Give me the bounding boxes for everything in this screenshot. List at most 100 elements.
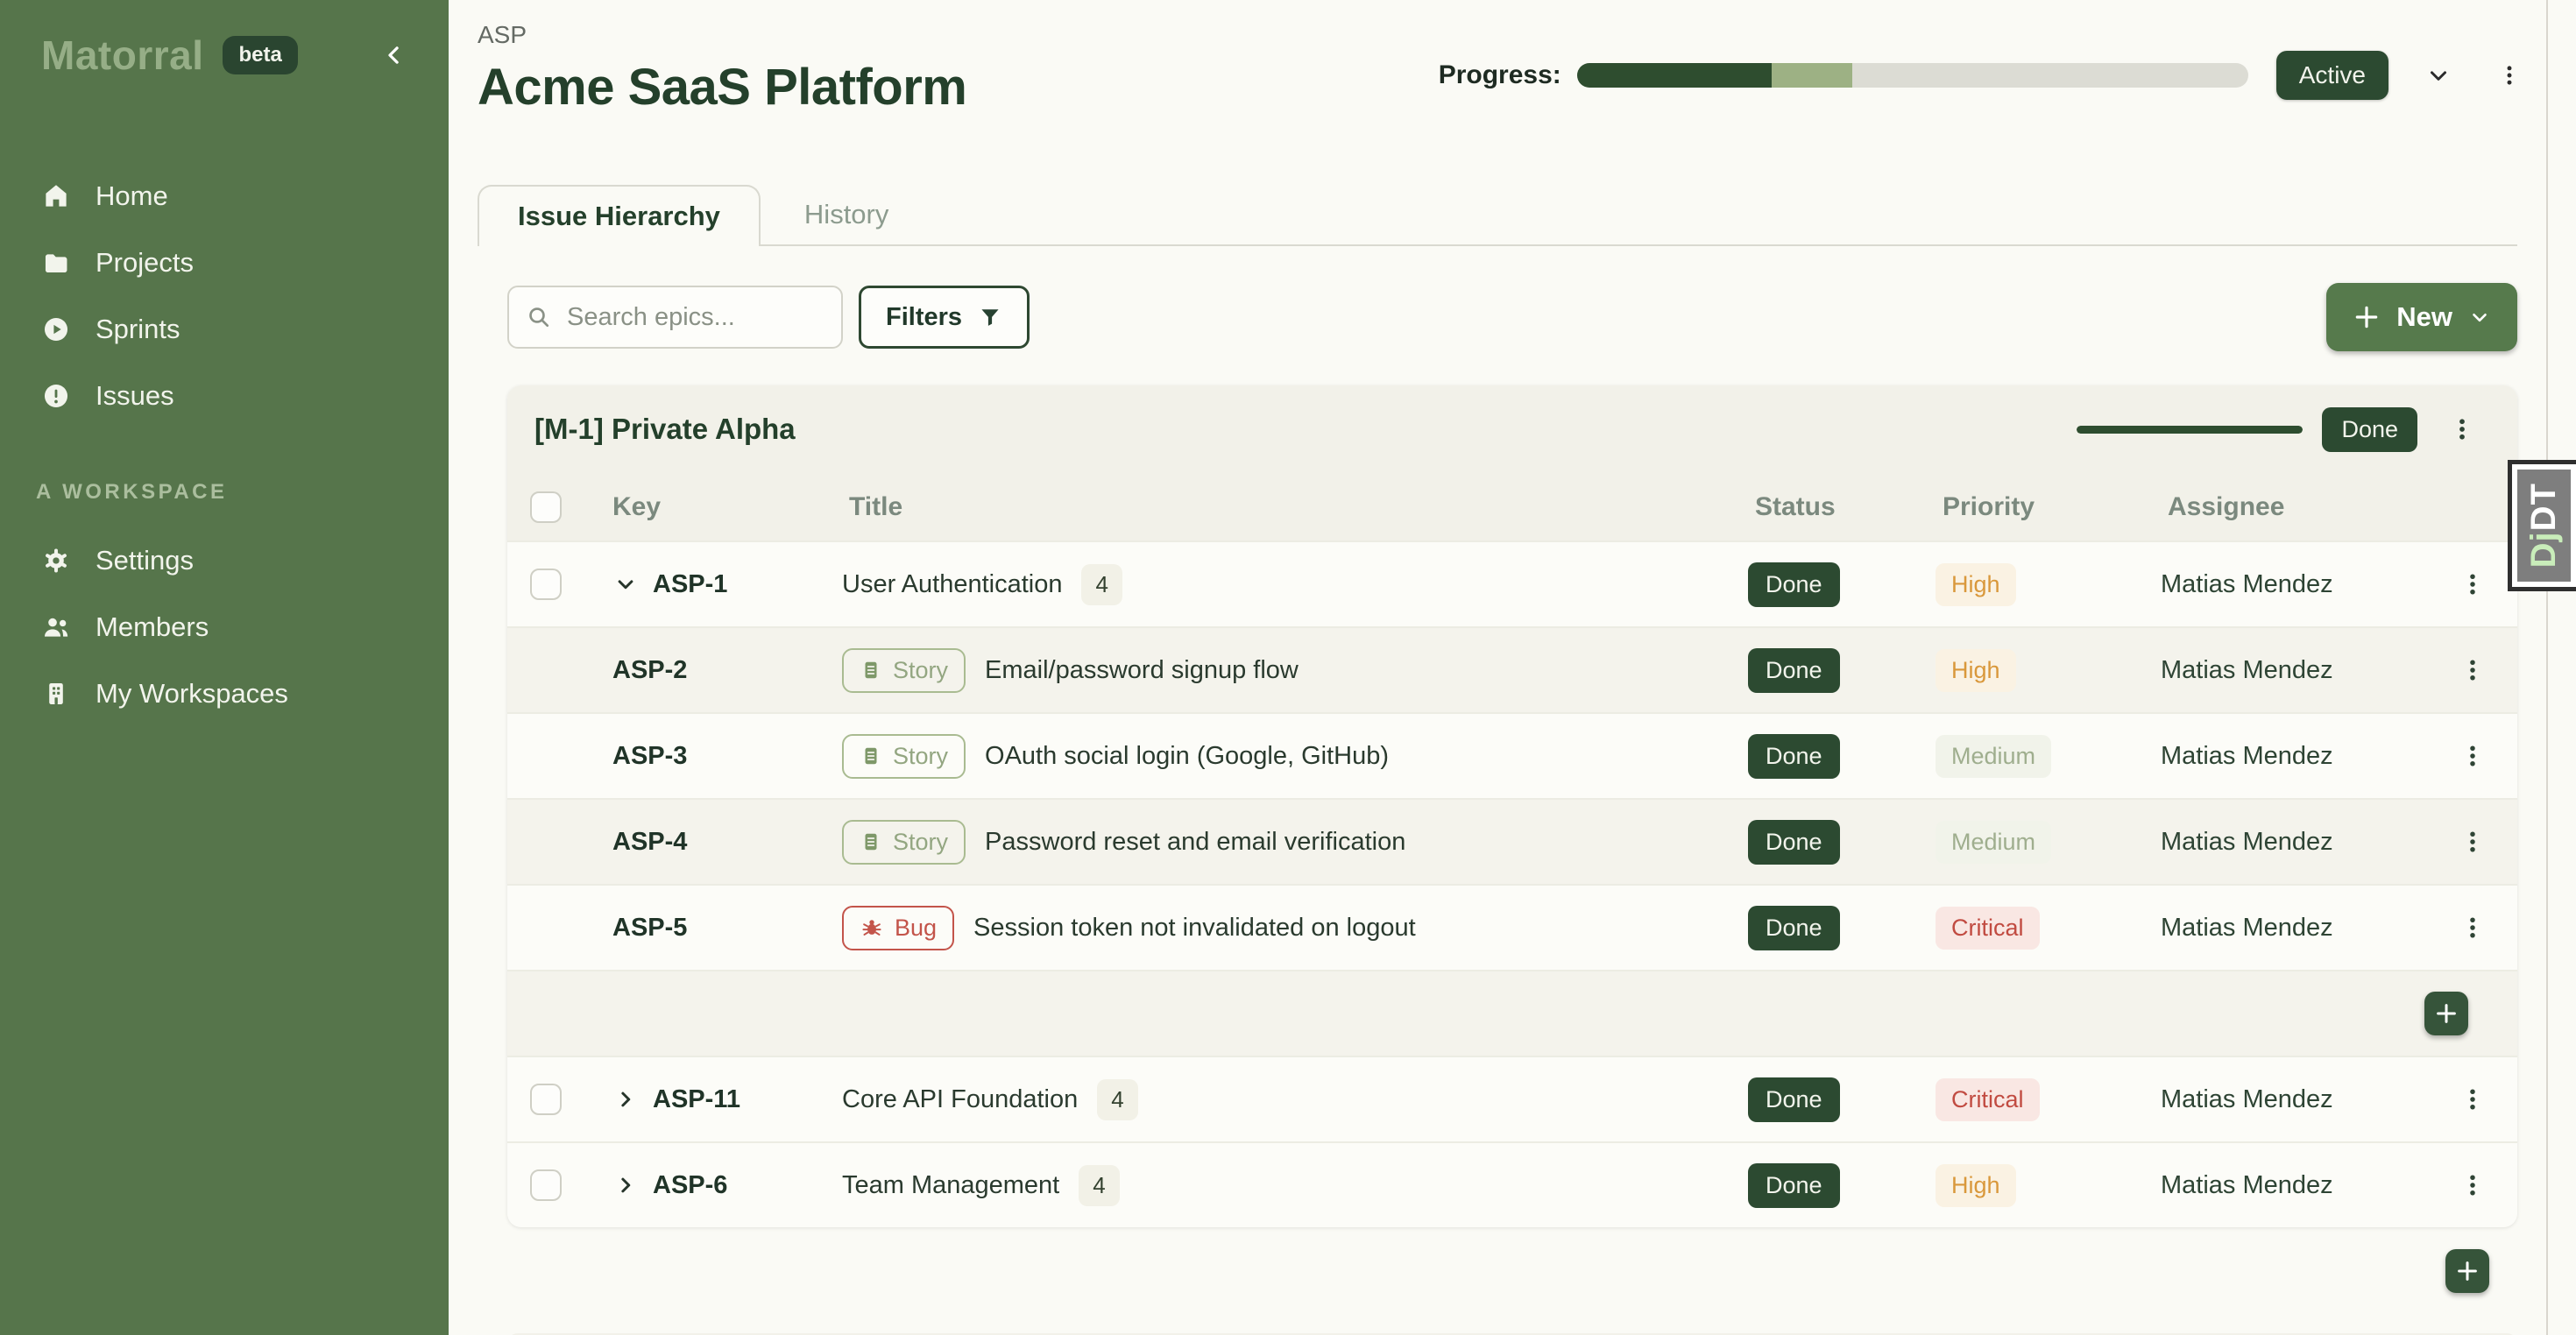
sidebar-item-label: Members	[96, 611, 209, 643]
issue-title: Team Management	[842, 1171, 1059, 1200]
play-circle-icon	[41, 314, 71, 344]
tabstrip: Issue Hierarchy History	[478, 185, 2517, 246]
new-button[interactable]: New	[2326, 283, 2517, 351]
priority-badge: High	[1936, 563, 2016, 606]
gear-icon	[41, 546, 71, 576]
home-icon	[41, 181, 71, 211]
status-badge: Done	[1748, 734, 1840, 779]
assignee: Matias Mendez	[2161, 914, 2333, 942]
priority-badge: High	[1936, 1164, 2016, 1207]
story-icon	[860, 659, 882, 682]
assignee: Matias Mendez	[2161, 1171, 2333, 1199]
issue-table-body: ASP-1User Authentication4DoneHighMatias …	[507, 540, 2517, 1227]
folder-icon	[41, 248, 71, 278]
project-status-badge: Active	[2276, 51, 2388, 100]
sidebar-item-label: Home	[96, 180, 168, 212]
expand-toggle-button[interactable]	[612, 1172, 639, 1198]
column-header-status: Status	[1748, 492, 1936, 522]
row-menu-button[interactable]	[2459, 915, 2486, 941]
tab-history[interactable]: History	[761, 185, 932, 244]
issue-title: Core API Foundation	[842, 1085, 1078, 1114]
sidebar-item-members[interactable]: Members	[0, 594, 449, 660]
priority-badge: High	[1936, 649, 2016, 692]
kebab-icon	[2459, 1172, 2486, 1198]
progress-done-segment	[1577, 63, 1772, 88]
expand-toggle-button[interactable]	[612, 1086, 639, 1112]
kebab-icon	[2449, 416, 2475, 442]
chevron-down-icon	[612, 571, 639, 597]
sidebar-item-label: Projects	[96, 247, 194, 279]
epic-issue-row[interactable]: ASP-11Core API Foundation4DoneCriticalMa…	[507, 1056, 2517, 1141]
issue-type-badge: Story	[842, 648, 966, 693]
child-issue-row[interactable]: ASP-2 Story Email/password signup flow Done…	[507, 626, 2517, 712]
expand-toggle-button[interactable]	[612, 571, 639, 597]
search-input[interactable]	[567, 303, 825, 332]
child-issue-row[interactable]: ASP-3StoryOAuth social login (Google, Gi…	[507, 712, 2517, 798]
users-icon	[41, 612, 71, 642]
row-checkbox[interactable]	[530, 1169, 562, 1201]
epic-title: [M-1] Private Alpha	[534, 413, 796, 446]
issue-type-badge: Story	[842, 734, 966, 779]
row-checkbox[interactable]	[530, 1084, 562, 1115]
row-checkbox[interactable]	[530, 569, 562, 600]
add-issue-button[interactable]	[2424, 992, 2468, 1035]
project-progress-bar	[1577, 63, 2248, 88]
assignee: Matias Mendez	[2161, 656, 2333, 684]
row-menu-button[interactable]	[2459, 657, 2486, 683]
priority-badge: Critical	[1936, 907, 2040, 950]
issue-key: ASP-2	[612, 656, 687, 685]
child-issue-row[interactable]: ASP-4StoryPassword reset and email verif…	[507, 798, 2517, 884]
project-menu-button[interactable]	[2497, 63, 2522, 88]
main-content: ASP Acme SaaS Platform Progress: Active …	[449, 0, 2576, 1335]
sidebar-item-issues[interactable]: Issues	[0, 363, 449, 429]
sidebar-item-my-workspaces[interactable]: My Workspaces	[0, 660, 449, 727]
assignee: Matias Mendez	[2161, 570, 2333, 598]
add-epic-button[interactable]	[2445, 1249, 2489, 1293]
row-menu-button[interactable]	[2459, 571, 2486, 597]
status-badge: Done	[1748, 1077, 1840, 1122]
plus-icon	[2454, 1258, 2480, 1284]
row-menu-button[interactable]	[2459, 1172, 2486, 1198]
sidebar-item-home[interactable]: Home	[0, 163, 449, 230]
child-issue-row[interactable]: ASP-5BugSession token not invalidated on…	[507, 884, 2517, 970]
alert-circle-icon	[41, 381, 71, 411]
epic-menu-button[interactable]	[2449, 416, 2475, 442]
new-button-label: New	[2396, 301, 2452, 333]
status-badge: Done	[1748, 1163, 1840, 1208]
status-badge: Done	[1748, 648, 1840, 693]
sidebar-item-projects[interactable]: Projects	[0, 230, 449, 296]
status-badge: Done	[1748, 820, 1840, 865]
filters-button[interactable]: Filters	[859, 286, 1030, 349]
search-box	[507, 286, 843, 349]
epic-issue-row[interactable]: ASP-6Team Management4DoneHighMatias Mend…	[507, 1141, 2517, 1227]
status-dropdown-button[interactable]	[2425, 62, 2452, 88]
sidebar-collapse-button[interactable]	[375, 36, 414, 74]
filters-label: Filters	[886, 303, 962, 332]
epic-issue-row[interactable]: ASP-1User Authentication4DoneHighMatias …	[507, 540, 2517, 626]
issue-type-label: Bug	[895, 915, 937, 942]
django-debug-toolbar-handle[interactable]: DjDT	[2508, 460, 2576, 591]
add-issue-row[interactable]	[507, 970, 2517, 1056]
row-menu-button[interactable]	[2459, 829, 2486, 855]
priority-badge: Medium	[1936, 821, 2051, 864]
kebab-icon	[2459, 743, 2486, 769]
progress-label: Progress:	[1439, 60, 1561, 90]
workspace-section-label: A WORKSPACE	[36, 480, 449, 505]
sidebar-item-sprints[interactable]: Sprints	[0, 296, 449, 363]
app-logo: Matorral	[41, 32, 203, 79]
progress-inprogress-segment	[1772, 63, 1852, 88]
select-all-checkbox[interactable]	[530, 491, 562, 523]
bug-icon	[860, 915, 884, 940]
issue-title: User Authentication	[842, 570, 1062, 599]
sidebar-nav: Home Projects Sprints Issues	[0, 163, 449, 429]
search-icon	[525, 303, 553, 331]
assignee: Matias Mendez	[2161, 828, 2333, 856]
issue-title: Email/password signup flow	[985, 656, 1299, 685]
epic-status-badge: Done	[2322, 407, 2417, 452]
row-menu-button[interactable]	[2459, 743, 2486, 769]
priority-badge: Critical	[1936, 1078, 2040, 1121]
tab-issue-hierarchy[interactable]: Issue Hierarchy	[478, 185, 761, 246]
row-menu-button[interactable]	[2459, 1086, 2486, 1112]
sidebar-item-settings[interactable]: Settings	[0, 527, 449, 594]
django-debug-toolbar-label: DjDT	[2517, 470, 2571, 582]
